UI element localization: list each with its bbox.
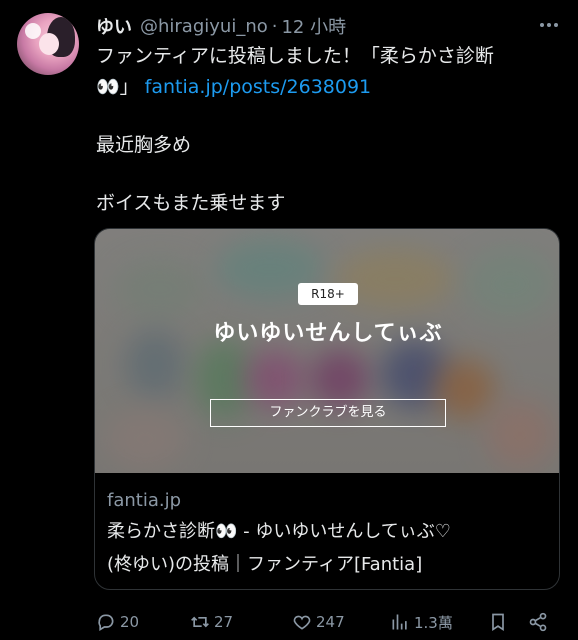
tweet-header: ゆい @hiragiyui_no · 12 小時 [96,12,346,40]
retweet-button[interactable]: 27 [190,608,233,636]
tweet-link[interactable]: fantia.jp/posts/2638091 [145,76,371,98]
avatar[interactable] [17,13,79,75]
avatar-face-shape [39,33,59,55]
reply-count: 20 [120,613,140,631]
tweet-text-emoji: 👀」 [96,76,139,98]
author-handle[interactable]: @hiragiyui_no [140,16,268,37]
header-separator: · [271,15,278,37]
like-button[interactable]: 247 [292,608,345,636]
like-count: 247 [316,613,345,631]
card-meta[interactable]: fantia.jp 柔らかさ診断👀 - ゆいゆいせんしてぃぶ♡ (柊ゆい)の投稿… [107,487,553,581]
tweet-text-line2: 👀」 fantia.jp/posts/2638091 [96,72,566,103]
card-image[interactable]: R18+ ゆいゆいせんしてぃぶ ファンクラブを見る [95,229,559,473]
card-title: ゆいゆいせんしてぃぶ [213,321,443,346]
tweet-actions: 20 27 247 1.3萬 [96,608,558,636]
tweet-text-line3: 最近胸多め [96,134,192,156]
card-domain: fantia.jp [107,490,182,511]
reply-icon [98,614,114,631]
bookmark-icon [492,613,504,632]
card-description-line2: (柊ゆい)の投稿｜ファンティア[Fantia] [107,554,423,575]
avatar-bow-shape [25,23,41,39]
author-name[interactable]: ゆい [96,13,132,39]
retweet-count: 27 [214,613,234,631]
heart-icon [293,615,311,630]
tweet-timestamp[interactable]: 12 小時 [281,13,346,39]
views-button[interactable]: 1.3萬 [390,608,453,636]
views-icon [392,614,407,630]
tweet-text-line4: ボイスもまた乗せます [96,192,286,214]
more-icon[interactable] [538,14,560,36]
link-preview-card[interactable]: R18+ ゆいゆいせんしてぃぶ ファンクラブを見る fantia.jp 柔らかさ… [94,228,560,590]
share-icon [529,612,547,632]
views-count: 1.3萬 [414,613,453,632]
view-fanclub-button[interactable]: ファンクラブを見る [210,399,446,427]
card-image-overlay [95,229,559,473]
share-button[interactable] [528,608,552,636]
tweet-text: ファンティアに投稿しました！「柔らかさ診断 👀」 fantia.jp/posts/… [96,41,566,219]
tweet-text-line1: ファンティアに投稿しました！「柔らかさ診断 [96,45,494,67]
card-description-line1: 柔らかさ診断👀 - ゆいゆいせんしてぃぶ♡ [107,521,451,542]
retweet-icon [191,616,209,628]
rating-badge: R18+ [298,283,358,305]
bookmark-button[interactable] [488,608,512,636]
reply-button[interactable]: 20 [96,608,139,636]
